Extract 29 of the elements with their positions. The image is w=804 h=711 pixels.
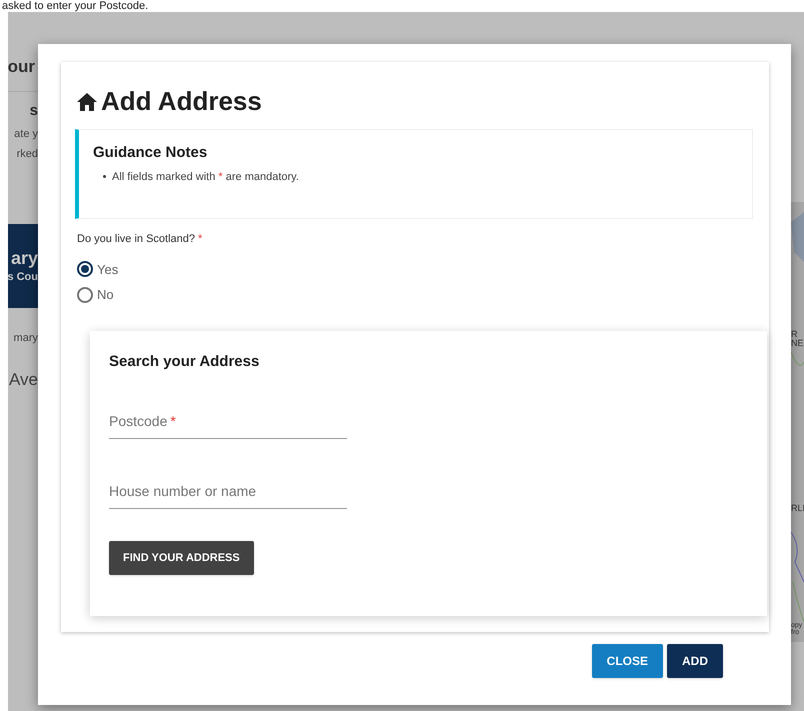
required-mark: * xyxy=(198,232,202,247)
radio-option[interactable]: Yes xyxy=(77,260,753,279)
search-card-title: Search your Address xyxy=(109,352,260,372)
banner-title: ary xyxy=(10,246,38,269)
background-heading: our xyxy=(8,56,35,78)
background-text: rked xyxy=(16,146,38,162)
dialog-title: Add Address xyxy=(101,85,262,118)
background-text: ate y xyxy=(14,126,38,142)
radio-icon[interactable] xyxy=(77,286,93,303)
add-button[interactable]: ADD xyxy=(667,644,723,678)
close-button[interactable]: CLOSE xyxy=(592,644,663,678)
map-label: R xyxy=(791,330,798,339)
guidance-text: All fields marked with * are mandatory. xyxy=(112,170,299,184)
input-field[interactable]: Postcode * xyxy=(109,405,347,439)
guidance-title: Guidance Notes xyxy=(93,143,208,163)
map-label: NE xyxy=(791,339,804,348)
input-field[interactable]: House number or name xyxy=(109,475,347,509)
home-icon xyxy=(77,92,97,110)
background-subheading: s xyxy=(30,101,38,121)
banner-subtitle: s Cou xyxy=(8,270,38,285)
background-text: Ave xyxy=(9,369,38,392)
bullet-icon xyxy=(103,175,106,178)
radio-option[interactable]: No xyxy=(77,285,753,304)
background-text: mary xyxy=(14,330,38,346)
question-label: Do you live in Scotland? xyxy=(77,232,196,247)
page-heading: asked to enter your Postcode. xyxy=(2,1,148,12)
radio-icon[interactable] xyxy=(77,261,93,278)
map-label: RLI xyxy=(791,504,804,513)
find-address-button[interactable]: FIND YOUR ADDRESS xyxy=(109,541,254,575)
